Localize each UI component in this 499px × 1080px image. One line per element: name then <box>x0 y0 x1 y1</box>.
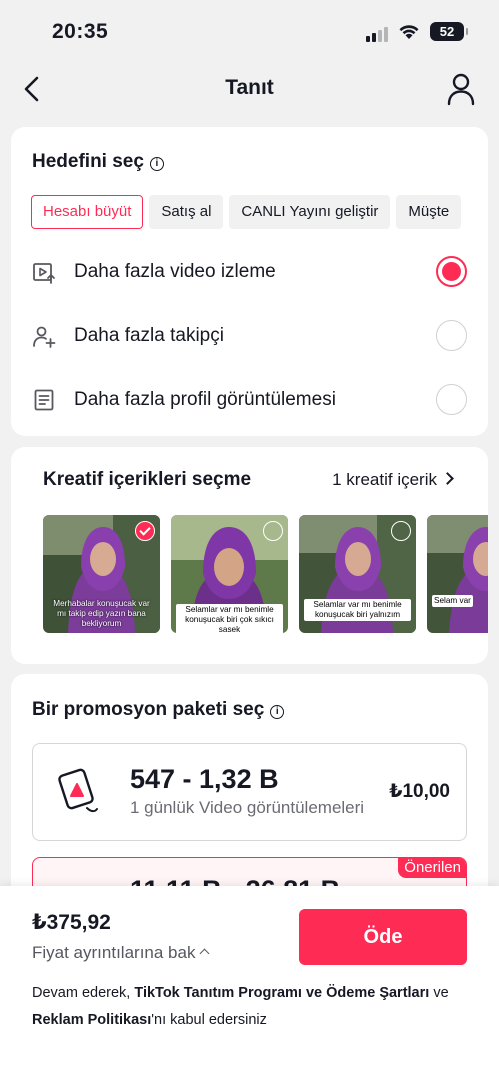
selected-check-icon[interactable] <box>135 521 155 541</box>
option-more-followers[interactable]: Daha fazla takipçi <box>32 316 467 356</box>
creative-thumbnail[interactable]: Merhabalar konuşucak var mı takip edip y… <box>43 515 160 633</box>
chip-boost-live[interactable]: CANLI Yayını geliştir <box>229 195 391 229</box>
add-person-icon <box>33 326 56 348</box>
document-icon <box>34 389 54 411</box>
thumbnail-caption: Merhabalar konuşucak var mı takip edip y… <box>53 599 150 628</box>
package-card: Bir promosyon paketi seç i 547 - 1,32 B 1… <box>11 674 488 917</box>
chip-grow-account[interactable]: Hesabı büyüt <box>31 195 144 229</box>
terms-text: Devam ederek, TikTok Tanıtım Programı ve… <box>32 985 449 1028</box>
recommended-badge: Önerilen <box>398 858 466 878</box>
status-bar: 20:35 52 <box>0 0 499 64</box>
package-title: Bir promosyon paketi seç i <box>32 699 285 721</box>
status-time: 20:35 <box>52 20 109 43</box>
thumbnail-caption: Selam var <box>432 595 473 607</box>
package-range: 547 - 1,32 B <box>130 764 279 794</box>
cellular-signal-icon <box>366 26 390 42</box>
video-frame-image <box>427 515 488 633</box>
profile-icon[interactable] <box>445 72 477 106</box>
goal-chip-row: Hesabı büyüt Satış al CANLI Yayını gelişti… <box>31 195 488 229</box>
pay-button[interactable]: Öde <box>299 909 467 965</box>
creative-thumbnail[interactable]: Selam var <box>427 515 488 633</box>
package-price: ₺10,00 <box>389 781 450 802</box>
chevron-up-icon <box>200 948 210 959</box>
unselected-circle-icon[interactable] <box>263 521 283 541</box>
creative-card: Kreatif içerikleri seçme 1 kreatif içeri… <box>11 447 488 664</box>
creative-thumbnail-row: Merhabalar konuşucak var mı takip edip y… <box>43 515 488 633</box>
package-subtitle: 1 günlük Video görüntülemeleri <box>130 798 365 817</box>
radio-selected[interactable] <box>436 256 467 287</box>
creative-thumbnail[interactable]: Selamlar var mı benimle konuşucak biri y… <box>299 515 416 633</box>
checkout-footer: ₺375,92 Fiyat ayrıntılarına bak Öde Deva… <box>0 886 499 1080</box>
promo-video-icon <box>58 768 98 813</box>
page-title: Tanıt <box>225 76 274 99</box>
option-more-profile-views[interactable]: Daha fazla profil görüntülemesi <box>32 380 467 420</box>
creative-count-link[interactable]: 1 kreatif içerik <box>332 470 454 490</box>
video-play-icon <box>33 263 55 284</box>
promotion-terms-link[interactable]: TikTok Tanıtım Programı ve Ödeme Şartlar… <box>134 985 429 1001</box>
thumbnail-caption: Selamlar var mı benimle konuşucak biri ç… <box>176 604 283 633</box>
goal-card: Hedefini seç i Hesabı büyüt Satış al CANLI … <box>11 127 488 436</box>
radio-unselected[interactable] <box>436 320 467 351</box>
battery-icon: 52 <box>430 22 468 41</box>
thumbnail-caption: Selamlar var mı benimle konuşucak biri y… <box>304 599 411 621</box>
chip-get-sales[interactable]: Satış al <box>149 195 224 229</box>
info-icon[interactable]: i <box>270 705 285 719</box>
creative-title: Kreatif içerikleri seçme <box>43 469 252 490</box>
goal-title: Hedefini seç i <box>32 151 164 173</box>
total-price: ₺375,92 <box>32 911 111 934</box>
package-option[interactable]: 547 - 1,32 B 1 günlük Video görüntülemel… <box>32 743 467 841</box>
ad-policy-link[interactable]: Reklam Politikası <box>32 1012 151 1028</box>
option-more-video-views[interactable]: Daha fazla video izleme <box>32 252 467 292</box>
info-icon[interactable]: i <box>149 157 164 171</box>
wifi-icon <box>399 25 419 39</box>
option-label: Daha fazla takipçi <box>74 325 224 346</box>
price-details-link[interactable]: Fiyat ayrıntılarına bak <box>32 943 210 963</box>
unselected-circle-icon[interactable] <box>391 521 411 541</box>
radio-unselected[interactable] <box>436 384 467 415</box>
option-label: Daha fazla video izleme <box>74 261 276 282</box>
option-label: Daha fazla profil görüntülemesi <box>74 389 336 410</box>
chevron-right-icon <box>441 472 454 485</box>
creative-thumbnail[interactable]: Selamlar var mı benimle konuşucak biri ç… <box>171 515 288 633</box>
nav-bar: Tanıt <box>0 64 499 116</box>
chip-customers[interactable]: Müşte <box>396 195 462 229</box>
